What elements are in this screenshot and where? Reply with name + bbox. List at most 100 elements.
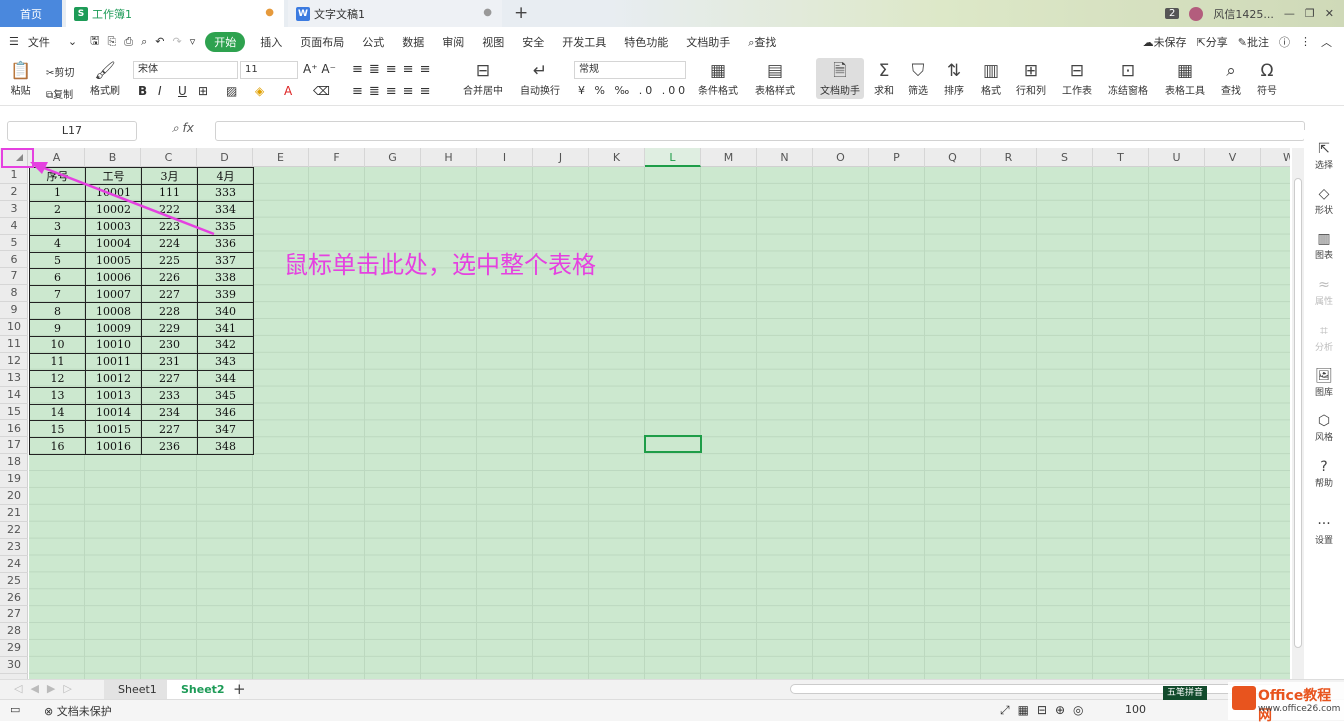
menu-formula[interactable]: 公式 (353, 34, 393, 50)
redo-icon[interactable]: ↷ (168, 35, 185, 48)
table-cell[interactable]: 10006 (85, 268, 142, 287)
table-cell[interactable]: 13 (29, 386, 86, 405)
doc-helper-button[interactable]: 🗎 文档助手 (816, 58, 864, 99)
menu-doc-helper[interactable]: 文档助手 (677, 34, 739, 50)
row-header[interactable]: 13 (0, 370, 28, 387)
column-header[interactable]: N (757, 148, 813, 167)
restore-button[interactable]: ❐ (1305, 7, 1315, 20)
row-header[interactable]: 30 (0, 657, 28, 674)
user-name[interactable]: 风信1425... (1213, 6, 1273, 22)
bold-icon[interactable]: B (138, 84, 147, 98)
tab-document[interactable]: W 文字文稿1 ● (288, 0, 502, 27)
row-header[interactable]: 7 (0, 268, 28, 286)
copy-button[interactable]: ⧉复制 (46, 86, 73, 101)
export-icon[interactable]: ⎘ (103, 35, 120, 49)
customize-icon[interactable]: ▿ (186, 35, 200, 48)
table-cell[interactable]: 339 (197, 285, 254, 304)
table-cell[interactable]: 227 (141, 285, 198, 304)
undo-icon[interactable]: ↶ (151, 35, 168, 48)
table-cell[interactable]: 14 (29, 403, 86, 422)
status-doc-icon[interactable]: ▭ (10, 703, 20, 716)
italic-icon[interactable]: I (158, 84, 162, 98)
table-cell[interactable]: 228 (141, 302, 198, 321)
format-painter-button[interactable]: 🖌 格式刷 (90, 60, 120, 97)
sidebar-properties[interactable]: ≈ 属性 (1304, 276, 1344, 307)
row-header[interactable]: 14 (0, 387, 28, 404)
row-header[interactable]: 26 (0, 590, 28, 607)
share-button[interactable]: ⇱分享 (1197, 34, 1228, 50)
row-header[interactable]: 17 (0, 437, 28, 455)
table-cell[interactable]: 230 (141, 336, 198, 354)
sort-button[interactable]: ⇅ 排序 (944, 60, 964, 97)
close-button[interactable]: ✕ (1325, 7, 1334, 20)
table-cell[interactable]: 16 (29, 437, 86, 456)
formula-input[interactable] (215, 121, 1305, 141)
column-header[interactable]: P (869, 148, 925, 167)
column-header[interactable]: M (701, 148, 757, 167)
column-header[interactable]: L (645, 148, 701, 167)
minimize-button[interactable]: — (1284, 7, 1295, 20)
protect-status[interactable]: ⊗ 文档未保护 (44, 703, 112, 719)
table-cell[interactable]: 340 (197, 302, 254, 321)
zoom-level[interactable]: 100 (1125, 703, 1146, 716)
menu-view[interactable]: 视图 (473, 34, 513, 50)
help-icon[interactable]: ⓘ (1279, 34, 1290, 50)
table-cell[interactable]: 10011 (85, 352, 142, 371)
table-cell[interactable]: 346 (197, 403, 254, 422)
collapse-ribbon-icon[interactable]: ︿ (1321, 34, 1332, 50)
number-format-icons[interactable]: ¥ % ‰ .0 .00 (578, 84, 688, 97)
print-icon[interactable]: ⎙ (120, 35, 137, 49)
menu-developer[interactable]: 开发工具 (553, 34, 615, 50)
preview-icon[interactable]: ⌕ (137, 35, 151, 49)
table-cell[interactable]: 10013 (85, 386, 142, 405)
row-header[interactable]: 11 (0, 336, 28, 353)
row-header[interactable]: 24 (0, 556, 28, 573)
menu-review[interactable]: 审阅 (433, 34, 473, 50)
table-cell[interactable]: 11 (29, 352, 86, 371)
fill-color-icon[interactable]: ◈ (255, 84, 264, 98)
table-cell[interactable]: 233 (141, 386, 198, 405)
save-icon[interactable]: 🖫 (86, 32, 103, 51)
number-format-select[interactable]: 常规 (574, 61, 686, 79)
table-cell[interactable]: 10016 (85, 437, 142, 456)
table-cell[interactable]: 338 (197, 268, 254, 287)
sidebar-chart[interactable]: ▥ 图表 (1304, 230, 1344, 261)
worksheet-button[interactable]: ⊟ 工作表 (1062, 60, 1092, 97)
sidebar-shape[interactable]: ◇ 形状 (1304, 185, 1344, 216)
comment-button[interactable]: ✎批注 (1238, 34, 1269, 50)
menu-page-layout[interactable]: 页面布局 (291, 34, 353, 50)
row-header[interactable]: 16 (0, 421, 28, 438)
menu-data[interactable]: 数据 (393, 34, 433, 50)
row-header[interactable]: 20 (0, 488, 28, 505)
symbol-button[interactable]: Ω 符号 (1257, 60, 1277, 97)
table-cell[interactable]: 344 (197, 369, 254, 388)
table-cell[interactable]: 10 (29, 336, 86, 354)
more-icon[interactable]: ⋮ (1300, 35, 1311, 48)
table-cell[interactable]: 15 (29, 420, 86, 439)
row-header[interactable]: 15 (0, 404, 28, 421)
font-size-select[interactable]: 11 (240, 61, 298, 79)
align-horizontal-icons[interactable]: ≡≣≡≡≡ (352, 84, 436, 99)
table-cell[interactable]: 341 (197, 319, 254, 338)
align-vertical-icons[interactable]: ≡≣≡≡≡ (352, 62, 436, 77)
column-header[interactable]: Q (925, 148, 981, 167)
row-header[interactable]: 18 (0, 454, 28, 472)
table-cell[interactable]: 10010 (85, 336, 142, 354)
table-cell[interactable]: 8 (29, 302, 86, 321)
table-cell[interactable]: 12 (29, 369, 86, 388)
hamburger-icon[interactable]: ☰ (0, 35, 28, 48)
table-cell[interactable]: 231 (141, 352, 198, 371)
sidebar-settings[interactable]: ··· 设置 (1304, 515, 1344, 546)
row-header[interactable]: 12 (0, 353, 28, 370)
table-cell[interactable]: 343 (197, 352, 254, 371)
format-button[interactable]: ▥ 格式 (981, 60, 1001, 97)
conditional-format-button[interactable]: ▦ 条件格式 (698, 60, 738, 97)
cut-button[interactable]: ✂剪切 (46, 64, 74, 79)
window-count-badge[interactable]: 2 (1165, 8, 1180, 19)
column-header[interactable]: F (309, 148, 365, 167)
filter-button[interactable]: ⛉ 筛选 (908, 60, 928, 97)
table-cell[interactable]: 10009 (85, 319, 142, 338)
selected-cell[interactable] (644, 435, 702, 453)
row-header[interactable]: 22 (0, 522, 28, 539)
chevron-down-icon[interactable]: ⌄ (59, 35, 86, 48)
